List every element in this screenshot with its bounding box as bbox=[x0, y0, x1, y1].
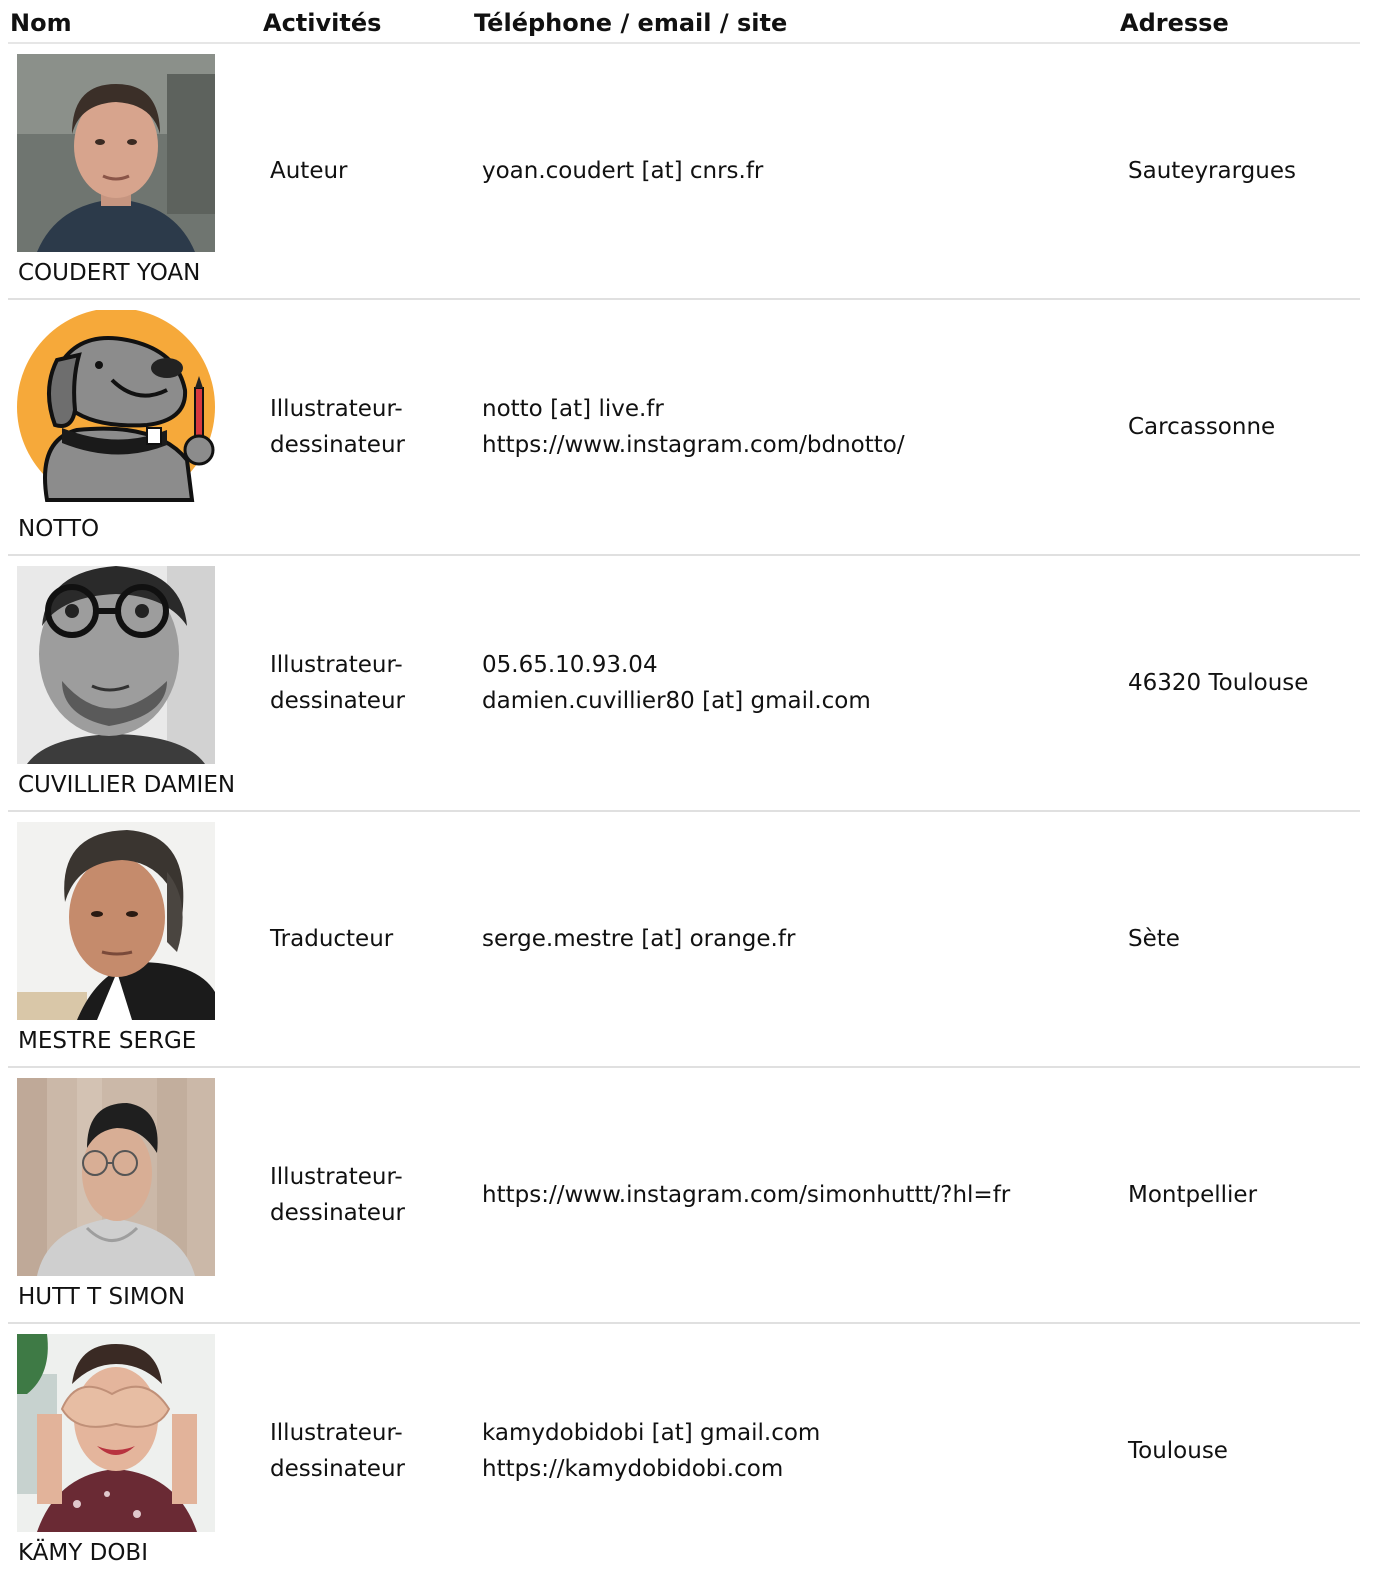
table-row: NOTTO Illustrateur- dessinateur notto [a… bbox=[8, 300, 1360, 556]
column-header-address: Adresse bbox=[1120, 9, 1229, 37]
table-row: CUVILLIER DAMIEN Illustrateur- dessinate… bbox=[8, 556, 1360, 812]
contact-cell: kamydobidobi [at] gmail.com https://kamy… bbox=[482, 1324, 1112, 1578]
address-text: Montpellier bbox=[1128, 1182, 1258, 1208]
activity-line: dessinateur bbox=[270, 432, 405, 458]
activity-line: dessinateur bbox=[270, 688, 405, 714]
activity-line: dessinateur bbox=[270, 1456, 405, 1482]
activity-line: Illustrateur- bbox=[270, 652, 403, 678]
contact-cell: https://www.instagram.com/simonhuttt/?hl… bbox=[482, 1068, 1112, 1322]
portrait-photo bbox=[17, 822, 215, 1020]
website-text: https://www.instagram.com/simonhuttt/?hl… bbox=[482, 1182, 1011, 1208]
address-text: Toulouse bbox=[1128, 1438, 1228, 1464]
address-text: 46320 Toulouse bbox=[1128, 670, 1309, 696]
address-cell: Montpellier bbox=[1128, 1068, 1358, 1322]
activity-line: Auteur bbox=[270, 158, 348, 184]
address-cell: Carcassonne bbox=[1128, 300, 1358, 554]
person-name: CUVILLIER DAMIEN bbox=[18, 772, 236, 798]
contact-cell: serge.mestre [at] orange.fr bbox=[482, 812, 1112, 1066]
activity-line: Illustrateur- bbox=[270, 1420, 403, 1446]
person-name: HUTT T SIMON bbox=[18, 1284, 186, 1310]
cartoon-dog-avatar bbox=[17, 310, 215, 508]
portrait-photo bbox=[17, 1334, 215, 1532]
activity-line: Illustrateur- bbox=[270, 1164, 403, 1190]
email-text: damien.cuvillier80 [at] gmail.com bbox=[482, 688, 871, 714]
portrait-photo bbox=[17, 1078, 215, 1276]
person-name: KÄMY DOBI bbox=[18, 1540, 148, 1566]
website-text: https://kamydobidobi.com bbox=[482, 1456, 784, 1482]
address-cell: Sète bbox=[1128, 812, 1358, 1066]
activity-cell: Illustrateur- dessinateur bbox=[270, 300, 470, 554]
email-text: kamydobidobi [at] gmail.com bbox=[482, 1420, 821, 1446]
activity-line: Illustrateur- bbox=[270, 396, 403, 422]
email-text: serge.mestre [at] orange.fr bbox=[482, 926, 796, 952]
website-text: https://www.instagram.com/bdnotto/ bbox=[482, 432, 905, 458]
address-cell: Sauteyrargues bbox=[1128, 44, 1358, 298]
portrait-photo bbox=[17, 54, 215, 252]
activity-cell: Illustrateur- dessinateur bbox=[270, 1068, 470, 1322]
contact-cell: notto [at] live.fr https://www.instagram… bbox=[482, 300, 1112, 554]
table-row: MESTRE SERGE Traducteur serge.mestre [at… bbox=[8, 812, 1360, 1068]
table-header: Nom Activités Téléphone / email / site A… bbox=[8, 0, 1360, 44]
email-text: notto [at] live.fr bbox=[482, 396, 664, 422]
email-text: yoan.coudert [at] cnrs.fr bbox=[482, 158, 764, 184]
contact-cell: 05.65.10.93.04 damien.cuvillier80 [at] g… bbox=[482, 556, 1112, 810]
address-cell: Toulouse bbox=[1128, 1324, 1358, 1578]
address-text: Carcassonne bbox=[1128, 414, 1276, 440]
table-row: KÄMY DOBI Illustrateur- dessinateur kamy… bbox=[8, 1324, 1360, 1578]
person-name: NOTTO bbox=[18, 516, 100, 542]
directory-table: Nom Activités Téléphone / email / site A… bbox=[8, 0, 1360, 1578]
table-row: COUDERT YOAN Auteur yoan.coudert [at] cn… bbox=[8, 44, 1360, 300]
activity-cell: Auteur bbox=[270, 44, 470, 298]
activity-line: Traducteur bbox=[270, 926, 394, 952]
portrait-photo bbox=[17, 566, 215, 764]
person-name: COUDERT YOAN bbox=[18, 260, 201, 286]
address-text: Sète bbox=[1128, 926, 1180, 952]
table-row: HUTT T SIMON Illustrateur- dessinateur h… bbox=[8, 1068, 1360, 1324]
person-name: MESTRE SERGE bbox=[18, 1028, 197, 1054]
address-cell: 46320 Toulouse bbox=[1128, 556, 1358, 810]
activity-cell: Illustrateur- dessinateur bbox=[270, 1324, 470, 1578]
column-header-name: Nom bbox=[10, 9, 72, 37]
activity-cell: Illustrateur- dessinateur bbox=[270, 556, 470, 810]
column-header-contact: Téléphone / email / site bbox=[474, 9, 788, 37]
column-header-activities: Activités bbox=[263, 9, 382, 37]
address-text: Sauteyrargues bbox=[1128, 158, 1296, 184]
phone-text: 05.65.10.93.04 bbox=[482, 652, 658, 678]
activity-line: dessinateur bbox=[270, 1200, 405, 1226]
activity-cell: Traducteur bbox=[270, 812, 470, 1066]
contact-cell: yoan.coudert [at] cnrs.fr bbox=[482, 44, 1112, 298]
